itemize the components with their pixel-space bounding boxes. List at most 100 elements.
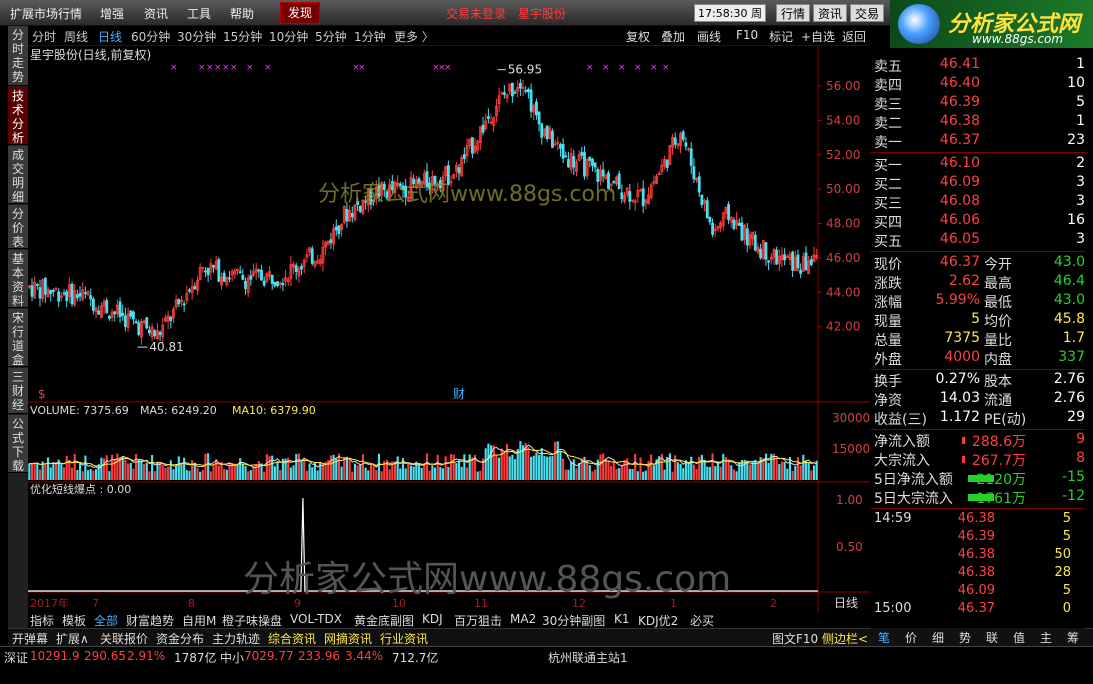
row-label: 卖三 xyxy=(874,97,902,113)
side-tab[interactable]: 成交明细 xyxy=(8,146,28,204)
menu-ext-market[interactable]: 扩展市场行情 xyxy=(10,5,82,22)
tf-intraday[interactable]: 分时 xyxy=(32,28,56,45)
info-tab[interactable]: 资金分布 xyxy=(156,630,204,647)
menu-tools[interactable]: 工具 xyxy=(187,5,211,22)
candle-body xyxy=(740,222,744,241)
info-tab[interactable]: 主力轨迹 xyxy=(212,630,260,647)
btn-quote[interactable]: 行情 xyxy=(776,4,810,22)
btn-back[interactable]: 返回 xyxy=(842,28,866,45)
row-value: 5.99% xyxy=(935,292,980,308)
indicator-tab[interactable]: 指标 xyxy=(30,612,54,629)
right-tab[interactable]: 细 xyxy=(932,629,944,646)
right-tab[interactable]: 主 xyxy=(1040,629,1052,646)
volume-bar xyxy=(100,457,103,480)
btn-draw[interactable]: 画线 xyxy=(697,28,721,45)
tf-day[interactable]: 日线 xyxy=(98,28,122,45)
volume-bar xyxy=(167,466,170,480)
indicator-tab[interactable]: 全部 xyxy=(94,612,118,629)
btn-add-favorite[interactable]: +自选 xyxy=(801,28,835,45)
tick-vol: 28 xyxy=(1054,565,1071,580)
info-tab[interactable]: 侧边栏< xyxy=(822,630,868,647)
info-tab[interactable]: 网摘资讯 xyxy=(324,630,372,647)
info-tab[interactable]: 扩展∧ xyxy=(56,630,89,647)
side-tab[interactable]: 分时走势 xyxy=(8,26,28,86)
volume-bar xyxy=(703,459,706,480)
indicator-tab[interactable]: MA2 xyxy=(510,612,536,626)
btn-f10[interactable]: F10 xyxy=(736,28,758,42)
stat-row: 现量 5 均价 45.8 xyxy=(870,311,1085,330)
indicator-tab[interactable]: 百万狙击 xyxy=(454,612,502,629)
row-label: 买二 xyxy=(874,177,902,193)
volume-bar xyxy=(52,464,55,480)
tf-1m[interactable]: 1分钟 xyxy=(354,28,386,45)
discover-button[interactable]: 发现 xyxy=(280,2,320,24)
indicator-tab[interactable]: 财富趋势 xyxy=(126,612,174,629)
side-tab[interactable]: 基本资料 xyxy=(8,250,28,308)
candle-body xyxy=(206,267,210,276)
server-name[interactable]: 杭州联通主站1 xyxy=(548,649,628,666)
info-tab[interactable]: 图文F10 xyxy=(772,630,818,647)
volume-bar xyxy=(676,462,679,480)
volume-bar xyxy=(295,454,298,480)
volume-bar xyxy=(463,454,466,480)
indicator-tab[interactable]: 必买 xyxy=(690,612,714,629)
volume-title: VOLUME: 7375.69 xyxy=(30,404,129,417)
volume-bar xyxy=(375,469,378,480)
right-tab[interactable]: 势 xyxy=(959,629,971,646)
tf-30m[interactable]: 30分钟 xyxy=(177,28,216,45)
info-tab[interactable]: 关联报价 xyxy=(100,630,148,647)
menu-info[interactable]: 资讯 xyxy=(144,5,168,22)
volume-bar xyxy=(367,470,370,480)
btn-adjust[interactable]: 复权 xyxy=(626,28,650,45)
volume-bar xyxy=(751,461,754,480)
volume-bar xyxy=(78,463,82,480)
tf-60m[interactable]: 60分钟 xyxy=(131,28,170,45)
kline-chart[interactable]: VOLUME: 7375.69 MA5: 6249.20 MA10: 6379.90… xyxy=(28,46,870,612)
indicator-tick: 1.00 xyxy=(836,493,863,507)
indicator-tab[interactable]: 自用M xyxy=(182,612,216,629)
menu-enhance[interactable]: 增强 xyxy=(100,5,124,22)
btn-trade[interactable]: 交易 xyxy=(850,4,884,22)
indicator-tab[interactable]: KDJ xyxy=(422,612,443,626)
right-tab[interactable]: 笔 xyxy=(878,629,890,646)
right-tab[interactable]: 筹 xyxy=(1067,629,1079,646)
indicator-tab[interactable]: 30分钟副图 xyxy=(542,612,605,629)
side-tab[interactable]: 分价表 xyxy=(8,205,28,249)
tf-more[interactable]: 更多 〉 xyxy=(394,28,434,45)
info-tab[interactable]: 综合资讯 xyxy=(268,630,316,647)
tick-row: 46.39 5 xyxy=(870,529,1085,548)
candle-body xyxy=(481,124,485,133)
indicator-tab[interactable]: 模板 xyxy=(62,612,86,629)
info-tab[interactable]: 开弹幕 xyxy=(12,630,48,647)
volume-bar xyxy=(778,464,781,480)
tf-10m[interactable]: 10分钟 xyxy=(269,28,308,45)
indicator-tab[interactable]: K1 xyxy=(614,612,630,626)
indicator-tab[interactable]: VOL-TDX xyxy=(290,612,342,626)
volume-bar xyxy=(487,443,490,480)
tf-5m[interactable]: 5分钟 xyxy=(315,28,347,45)
side-tab[interactable]: 宋行道盒 xyxy=(8,309,28,367)
indicator-tab[interactable]: 黄金底副图 xyxy=(354,612,414,629)
volume-bar xyxy=(514,459,517,480)
right-tab[interactable]: 值 xyxy=(1013,629,1025,646)
btn-mark[interactable]: 标记 xyxy=(769,28,793,45)
btn-news[interactable]: 资讯 xyxy=(813,4,847,22)
indicator-tab[interactable]: KDJ优2 xyxy=(638,612,678,629)
side-tab[interactable]: 技术分析 xyxy=(8,87,28,145)
volume-bar xyxy=(393,461,397,480)
menu-help[interactable]: 帮助 xyxy=(230,5,254,22)
btn-overlay[interactable]: 叠加 xyxy=(661,28,685,45)
candle-body xyxy=(705,200,709,219)
right-tab[interactable]: 联 xyxy=(986,629,998,646)
side-tab[interactable]: 三财经 xyxy=(8,368,28,414)
right-tab[interactable]: 价 xyxy=(905,629,917,646)
indicator-tab[interactable]: 橙子味操盘 xyxy=(222,612,282,629)
volume-bar xyxy=(329,455,332,480)
volume-bar xyxy=(457,460,461,480)
tf-15m[interactable]: 15分钟 xyxy=(223,28,262,45)
info-tab[interactable]: 行业资讯 xyxy=(380,630,428,647)
candle-body xyxy=(169,316,173,321)
side-tab[interactable]: 公式下载 xyxy=(8,415,28,473)
tf-week[interactable]: 周线 xyxy=(64,28,88,45)
candle-body xyxy=(137,322,141,336)
